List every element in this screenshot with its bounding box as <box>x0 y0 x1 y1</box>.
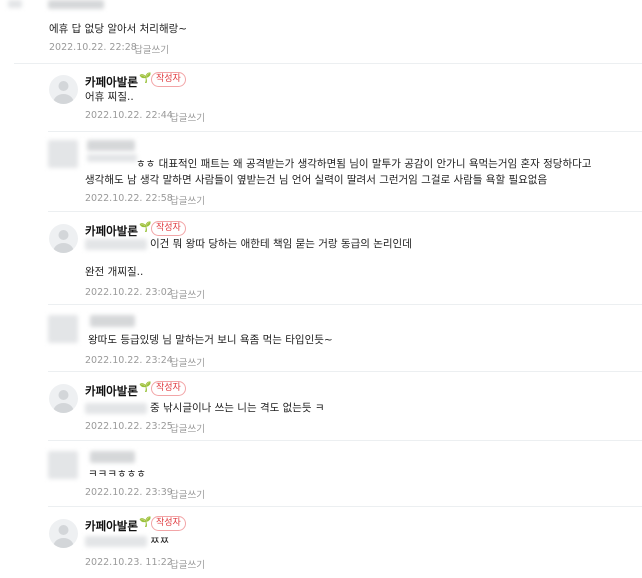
nickname[interactable]: 카페아발론 <box>85 74 138 90</box>
comment-text: ㅉㅉ <box>150 535 170 547</box>
sprout-leaf-icon: 🌱 <box>139 73 152 84</box>
blurred-nickname <box>87 154 137 162</box>
comment-item: 왕따도 등급있뎅 님 말하는거 보니 욕좀 먹는 타입인듯~ 2022.10.2… <box>0 305 642 371</box>
comment-item: 카페아발론 🌱 작성자 중 낚시글이나 쓰는 니는 격도 없는듯 ㅋ 2022.… <box>0 372 642 440</box>
comment-item: 카페아발론 🌱 작성자 이건 뭐 왕따 당하는 애한테 책임 묻는 거랑 동급의… <box>0 212 642 304</box>
comment-date: 2022.10.23. 11:22 <box>85 557 173 568</box>
comment-date: 2022.10.22. 22:28 <box>49 42 137 53</box>
sprout-leaf-icon: 🌱 <box>139 222 152 233</box>
comment-text: 완전 개찌질.. <box>85 266 144 278</box>
comment-item: ㅎㅎ 대표적인 패트는 왜 공격받는가 생각하면됨 님이 말투가 공감이 안가니… <box>0 132 642 212</box>
comment-text: ㅎㅎ 대표적인 패트는 왜 공격받는가 생각하면됨 님이 말투가 공감이 안가니… <box>136 158 592 170</box>
comment-item: ㅋㅋㅋㅎㅎㅎ 2022.10.22. 23:39 답글쓰기 <box>0 441 642 507</box>
sprout-leaf-icon: 🌱 <box>139 517 152 528</box>
comment-text: 왕따도 등급있뎅 님 말하는거 보니 욕좀 먹는 타입인듯~ <box>88 334 333 346</box>
reply-button[interactable]: 답글쓰기 <box>170 487 205 501</box>
reply-button[interactable]: 답글쓰기 <box>170 557 205 571</box>
sprout-leaf-icon: 🌱 <box>139 382 152 393</box>
comment-date: 2022.10.22. 23:24 <box>85 355 173 366</box>
reply-button[interactable]: 답글쓰기 <box>170 421 205 435</box>
comment-date: 2022.10.22. 23:39 <box>85 487 173 498</box>
blurred-avatar <box>48 315 78 343</box>
comment-date: 2022.10.22. 22:58 <box>85 193 173 204</box>
reply-button[interactable]: 답글쓰기 <box>170 287 205 301</box>
reply-button[interactable]: 답글쓰기 <box>170 355 205 369</box>
default-avatar-icon[interactable] <box>49 519 78 548</box>
blurred-mention <box>85 239 147 250</box>
blurred-nickname <box>48 0 104 9</box>
comment-text: 생각해도 남 생각 말하면 사람들이 옆받는건 님 언어 실력이 딸려서 그런거… <box>85 174 548 186</box>
comment-text: 어휴 찌질.. <box>85 91 134 103</box>
blurred-avatar <box>48 140 78 168</box>
reply-button[interactable]: 답글쓰기 <box>134 42 169 56</box>
blurred-mention <box>85 403 147 414</box>
nickname[interactable]: 카페아발론 <box>85 383 138 399</box>
blurred-nickname <box>90 451 135 463</box>
blurred-profile <box>8 0 22 8</box>
author-badge: 작성자 <box>151 221 186 236</box>
blurred-mention <box>85 536 147 547</box>
default-avatar-icon[interactable] <box>49 384 78 413</box>
comment-text: 에휴 답 없당 알아서 처리해랑~ <box>49 23 188 35</box>
comment-text: ㅋㅋㅋㅎㅎㅎ <box>88 468 146 480</box>
reply-button[interactable]: 답글쓰기 <box>170 110 205 124</box>
nickname[interactable]: 카페아발론 <box>85 518 138 534</box>
blurred-nickname <box>90 315 135 327</box>
comment-list: 에휴 답 없당 알아서 처리해랑~ 2022.10.22. 22:28 답글쓰기… <box>0 0 642 578</box>
comment-item: 에휴 답 없당 알아서 처리해랑~ 2022.10.22. 22:28 답글쓰기 <box>0 0 642 62</box>
author-badge: 작성자 <box>151 72 186 87</box>
comment-item: 카페아발론 🌱 작성자 어휴 찌질.. 2022.10.22. 22:44 답글… <box>0 63 642 133</box>
blurred-nickname <box>87 140 135 151</box>
nickname[interactable]: 카페아발론 <box>85 223 138 239</box>
reply-button[interactable]: 답글쓰기 <box>170 193 205 207</box>
blurred-avatar <box>48 451 78 479</box>
comment-text: 이건 뭐 왕따 당하는 애한테 책임 묻는 거랑 동급의 논리인데 <box>150 238 412 250</box>
default-avatar-icon[interactable] <box>49 224 78 253</box>
comment-item: 카페아발론 🌱 작성자 ㅉㅉ 2022.10.23. 11:22 답글쓰기 <box>0 507 642 578</box>
author-badge: 작성자 <box>151 381 186 396</box>
comment-date: 2022.10.22. 23:25 <box>85 421 173 432</box>
author-badge: 작성자 <box>151 516 186 531</box>
comment-date: 2022.10.22. 23:02 <box>85 287 173 298</box>
default-avatar-icon[interactable] <box>49 75 78 104</box>
comment-date: 2022.10.22. 22:44 <box>85 110 173 121</box>
comment-text: 중 낚시글이나 쓰는 니는 격도 없는듯 ㅋ <box>150 402 325 414</box>
